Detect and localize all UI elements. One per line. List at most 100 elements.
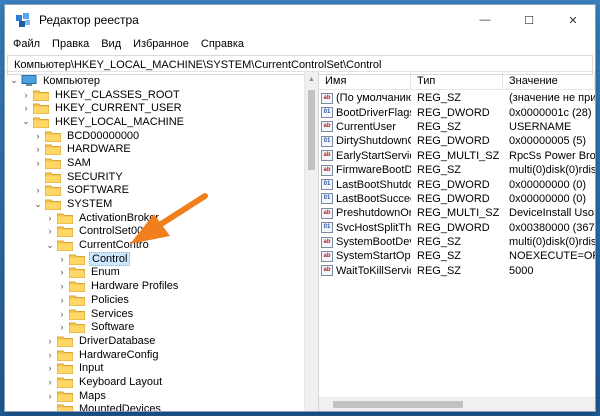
value-row[interactable]: abWaitToKillServic... REG_SZ 5000 [319,264,595,278]
value-name: SvcHostSplitThr... [336,221,411,234]
chevron-right-icon[interactable]: › [21,89,31,101]
tree-node[interactable]: ⌄ SYSTEM [5,197,304,211]
chevron-down-icon[interactable]: ⌄ [9,75,19,87]
chevron-right-icon[interactable]: › [45,335,55,347]
tree-node[interactable]: › Policies [5,293,304,307]
tree-node-label: SYSTEM [67,198,113,211]
chevron-right-icon[interactable]: › [33,143,43,155]
tree-node[interactable]: › Keyboard Layout [5,375,304,389]
value-row[interactable]: 01DirtyShutdownC... REG_DWORD 0x00000005 (… [319,134,595,148]
chevron-right-icon[interactable]: › [57,280,67,292]
chevron-right-icon[interactable]: › [45,212,55,224]
tree-node[interactable]: MountedDevices [5,403,304,411]
tree-node-label: Software [91,321,135,334]
value-name: DirtyShutdownC... [336,135,411,148]
close-button[interactable]: ✕ [551,5,595,35]
value-row[interactable]: 01LastBootSuccee... REG_DWORD 0x00000000 (… [319,192,595,206]
chevron-right-icon[interactable]: › [57,253,67,265]
binary-value-icon: 01 [321,135,333,147]
value-row[interactable]: abSystemStartOpti... REG_SZ NOEXECUTE=OPT… [319,249,595,263]
tree-node[interactable]: › ActivationBroker [5,211,304,225]
chevron-right-icon[interactable]: › [33,157,43,169]
maximize-button[interactable]: ☐ [507,5,551,35]
menu-edit[interactable]: Правка [46,38,95,50]
value-row[interactable]: ab(По умолчанию) REG_SZ (значение не присв… [319,91,595,105]
folder-icon [57,225,73,238]
menu-help[interactable]: Справка [195,38,250,50]
values-scroll-thumb[interactable] [333,401,463,408]
tree-node[interactable]: › HARDWARE [5,142,304,156]
computer-icon [21,74,37,87]
tree-node[interactable]: › SAM [5,156,304,170]
tree-node[interactable]: › Maps [5,389,304,403]
string-value-icon: ab [321,92,333,104]
chevron-right-icon[interactable]: › [45,362,55,374]
value-name-cell: 01DirtyShutdownC... [319,135,411,147]
tree-node[interactable]: › Enum [5,266,304,280]
chevron-right-icon[interactable]: › [45,349,55,361]
value-row[interactable]: abPreshutdownOr... REG_MULTI_SZ DeviceInst… [319,206,595,220]
chevron-right-icon[interactable]: › [45,390,55,402]
chevron-right-icon[interactable]: › [45,225,55,237]
string-value-icon: ab [321,250,333,262]
values-hscrollbar[interactable] [319,397,595,411]
menu-favorites[interactable]: Избранное [127,38,195,50]
header-type[interactable]: Тип [411,72,503,90]
value-name-cell: 01LastBootSuccee... [319,193,411,205]
tree-node[interactable]: SECURITY [5,170,304,184]
value-row[interactable]: 01LastBootShutdo... REG_DWORD 0x00000000 (… [319,177,595,191]
tree-node[interactable]: › Input [5,361,304,375]
header-value[interactable]: Значение [503,72,595,90]
chevron-right-icon[interactable]: › [45,376,55,388]
value-row[interactable]: 01SvcHostSplitThr... REG_DWORD 0x00380000 … [319,221,595,235]
chevron-down-icon[interactable]: ⌄ [45,239,55,251]
tree-scroll-thumb[interactable] [308,90,315,170]
value-name-cell: ab CurrentUser [319,121,411,133]
value-data: 0x00380000 (3670) [509,221,595,234]
chevron-right-icon[interactable]: › [57,308,67,320]
chevron-right-icon[interactable]: › [57,321,67,333]
tree-node[interactable]: › ControlSet001 [5,225,304,239]
chevron-right-icon[interactable]: › [33,130,43,142]
folder-icon [57,349,73,361]
value-data: DeviceInstall UsoSvc [509,207,595,220]
value-row[interactable]: ab CurrentUser REG_SZ USERNAME [319,120,595,134]
menu-view[interactable]: Вид [95,38,127,50]
value-name-cell: abWaitToKillServic... [319,265,411,277]
tree-node[interactable]: › Software [5,320,304,334]
tree-node[interactable]: › Hardware Profiles [5,279,304,293]
tree-node[interactable]: ⌄ HKEY_LOCAL_MACHINE [5,115,304,129]
tree-node[interactable]: ⌄ Компьютер [5,74,304,88]
tree-node[interactable]: ⌄ CurrentContro [5,238,304,252]
chevron-down-icon[interactable]: ⌄ [21,116,31,128]
value-row[interactable]: abFirmwareBootD... REG_SZ multi(0)disk(0)r… [319,163,595,177]
tree-node[interactable]: › Control [5,251,304,266]
folder-icon [57,403,73,411]
header-name[interactable]: Имя [319,72,411,90]
value-row[interactable]: abSystemBootDevi... REG_SZ multi(0)disk(0)… [319,235,595,249]
tree-node[interactable]: › Services [5,307,304,321]
chevron-right-icon[interactable]: › [57,266,67,278]
folder-icon [45,143,61,156]
string-value-icon: ab [321,265,333,277]
tree-node[interactable]: › BCD00000000 [5,129,304,143]
tree-node[interactable]: › SOFTWARE [5,184,304,198]
tree-node[interactable]: › DriverDatabase [5,334,304,348]
chevron-right-icon[interactable]: › [57,294,67,306]
value-row[interactable]: 01 BootDriverFlags REG_DWORD 0x0000001c (28… [319,105,595,119]
tree-node[interactable]: › HardwareConfig [5,348,304,362]
menu-file[interactable]: Файл [7,38,46,50]
chevron-down-icon[interactable]: ⌄ [33,198,43,210]
minimize-button[interactable]: — [463,5,507,35]
binary-value-icon: 01 [321,193,333,205]
value-row[interactable]: abEarlyStartServices REG_MULTI_SZ RpcSs Po… [319,149,595,163]
tree-node[interactable]: › HKEY_CLASSES_ROOT [5,88,304,102]
tree-node-label: Компьютер [43,74,100,87]
tree-node[interactable]: › HKEY_CURRENT_USER [5,101,304,115]
binary-value-icon: 01 [321,107,333,119]
tree-scrollbar[interactable]: ▲ [304,72,318,411]
chevron-right-icon[interactable]: › [33,184,43,196]
scroll-up-icon[interactable]: ▲ [305,72,318,86]
chevron-right-icon[interactable]: › [21,102,31,114]
tree-node-label: Services [91,307,134,320]
